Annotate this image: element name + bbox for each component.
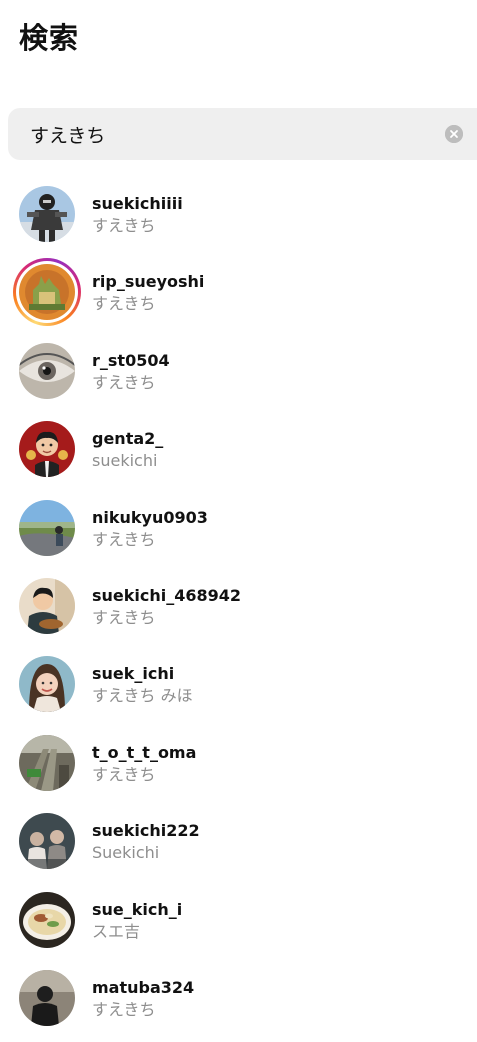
result-username: rip_sueyoshi (92, 272, 205, 292)
result-username: suek_ichi (92, 664, 175, 684)
result-full-name: Suekichi (92, 843, 160, 863)
search-result-row[interactable]: suekichi222 Suekichi (0, 807, 477, 885)
avatar[interactable] (19, 813, 75, 870)
result-full-name: すえきち (92, 372, 156, 392)
search-result-row[interactable]: rip_sueyoshi すえきち (0, 258, 477, 336)
result-full-name: すえきち (92, 607, 156, 627)
search-result-row[interactable]: sue_kich_i スエ吉 (0, 886, 477, 964)
avatar[interactable] (19, 577, 75, 634)
result-username: genta2_ (92, 429, 164, 449)
search-bar[interactable] (8, 108, 477, 160)
result-username: t_o_t_t_oma (92, 742, 197, 762)
result-username: r_st0504 (92, 350, 170, 370)
result-full-name: すえきち (92, 294, 156, 314)
result-username: sue_kich_i (92, 899, 183, 919)
avatar-story-ring[interactable] (13, 258, 81, 327)
search-result-row[interactable]: t_o_t_t_oma すえきち (0, 729, 477, 807)
avatar[interactable] (19, 421, 75, 478)
avatar[interactable] (19, 969, 75, 1026)
avatar[interactable] (19, 342, 75, 399)
result-username: nikukyu0903 (92, 507, 208, 527)
avatar[interactable] (19, 186, 75, 242)
search-result-row[interactable]: nikukyu0903 すえきち (0, 494, 477, 572)
result-full-name: スエ吉 (92, 921, 141, 941)
search-result-row[interactable]: suekichi_468942 すえきち (0, 572, 477, 650)
result-full-name: suekichi (92, 451, 158, 471)
result-username: suekichiiii (92, 194, 183, 213)
search-result-row[interactable]: suek_ichi すえきち みほ (0, 650, 477, 728)
result-full-name: すえきち (92, 999, 156, 1019)
clear-search-button[interactable] (445, 125, 463, 143)
result-full-name: すえきち (92, 216, 156, 235)
result-full-name: すえきち (92, 529, 156, 549)
search-result-row[interactable]: r_st0504 すえきち (0, 337, 477, 415)
result-username: suekichi_468942 (92, 585, 242, 605)
avatar[interactable] (19, 734, 75, 791)
avatar[interactable] (19, 499, 75, 556)
search-input[interactable] (30, 108, 430, 160)
result-full-name: すえきち (92, 764, 156, 784)
result-username: matuba324 (92, 977, 195, 997)
result-username: suekichi222 (92, 821, 200, 841)
search-result-row[interactable]: genta2_ suekichi (0, 415, 477, 493)
avatar[interactable] (19, 891, 75, 948)
result-full-name: すえきち みほ (92, 686, 193, 706)
search-result-row[interactable]: suekichiiii すえきち (0, 180, 477, 258)
search-results-list: suekichiiii すえきち rip_sueyoshi すえきち r_st0… (0, 180, 477, 1042)
search-result-row[interactable]: matuba324 すえきち (0, 964, 477, 1042)
clear-circle-icon (445, 125, 463, 143)
page-title: 検索 (19, 21, 80, 55)
avatar[interactable] (19, 656, 75, 713)
